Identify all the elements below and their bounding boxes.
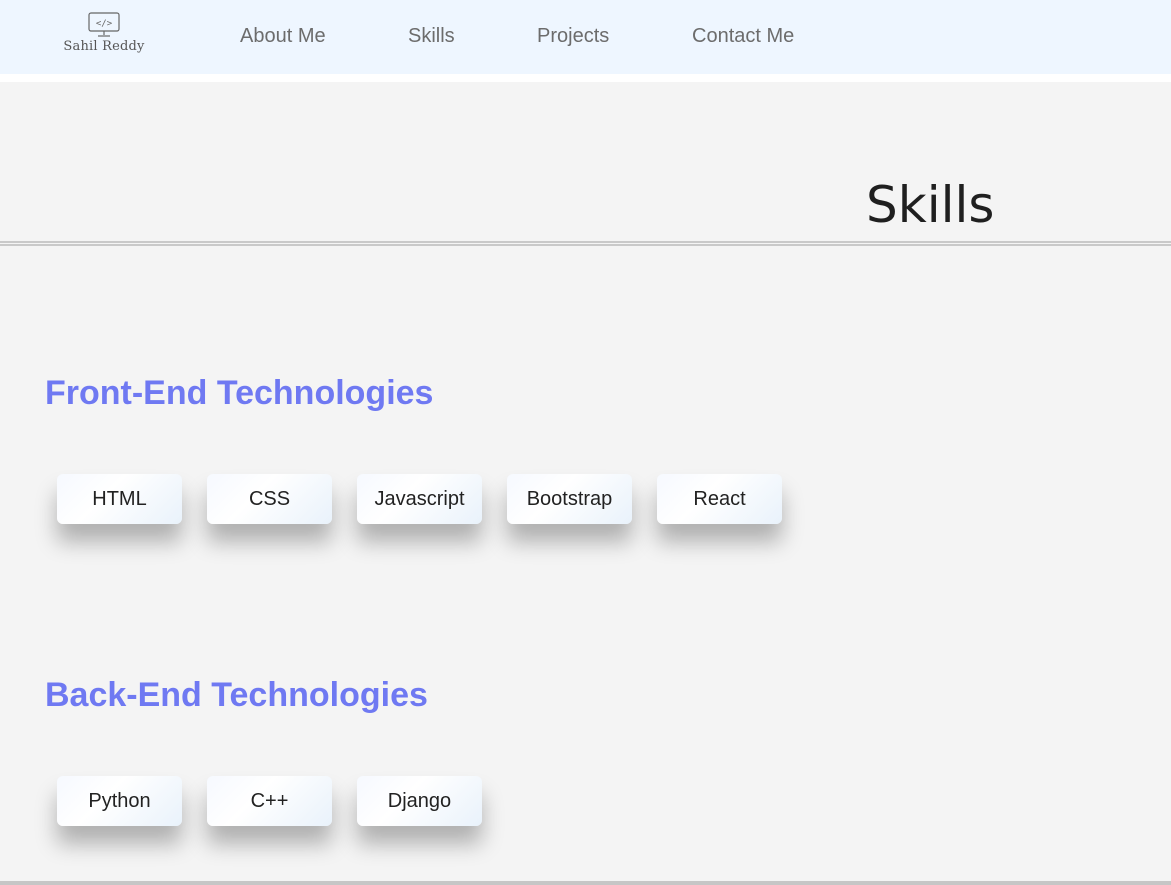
nav-link-projects[interactable]: Projects: [537, 25, 609, 48]
skill-chip-html[interactable]: HTML: [57, 474, 182, 524]
navbar: </> Sahil Reddy About Me Skills Projects…: [0, 0, 1171, 74]
skill-chip-django[interactable]: Django: [357, 776, 482, 826]
brand-name: Sahil Reddy: [63, 39, 145, 54]
frontend-skill-list: HTML CSS Javascript Bootstrap React: [57, 474, 782, 524]
nav-link-about[interactable]: About Me: [240, 25, 326, 48]
navbar-spacer: [0, 74, 1171, 82]
backend-heading: Back-End Technologies: [45, 676, 428, 714]
frontend-heading: Front-End Technologies: [45, 374, 434, 412]
skill-chip-cpp[interactable]: C++: [207, 776, 332, 826]
brand-logo[interactable]: </> Sahil Reddy: [58, 12, 150, 62]
nav-link-skills[interactable]: Skills: [408, 25, 455, 48]
skill-chip-python[interactable]: Python: [57, 776, 182, 826]
skill-chip-javascript[interactable]: Javascript: [357, 474, 482, 524]
skill-chip-css[interactable]: CSS: [207, 474, 332, 524]
skill-chip-bootstrap[interactable]: Bootstrap: [507, 474, 632, 524]
skill-chip-react[interactable]: React: [657, 474, 782, 524]
backend-skill-list: Python C++ Django: [57, 776, 482, 826]
section-divider: [0, 241, 1171, 246]
svg-text:</>: </>: [96, 19, 113, 29]
code-monitor-icon: </>: [88, 12, 120, 37]
nav-link-contact[interactable]: Contact Me: [692, 25, 794, 48]
page-title: Skills: [866, 176, 995, 234]
bottom-divider: [0, 881, 1171, 885]
